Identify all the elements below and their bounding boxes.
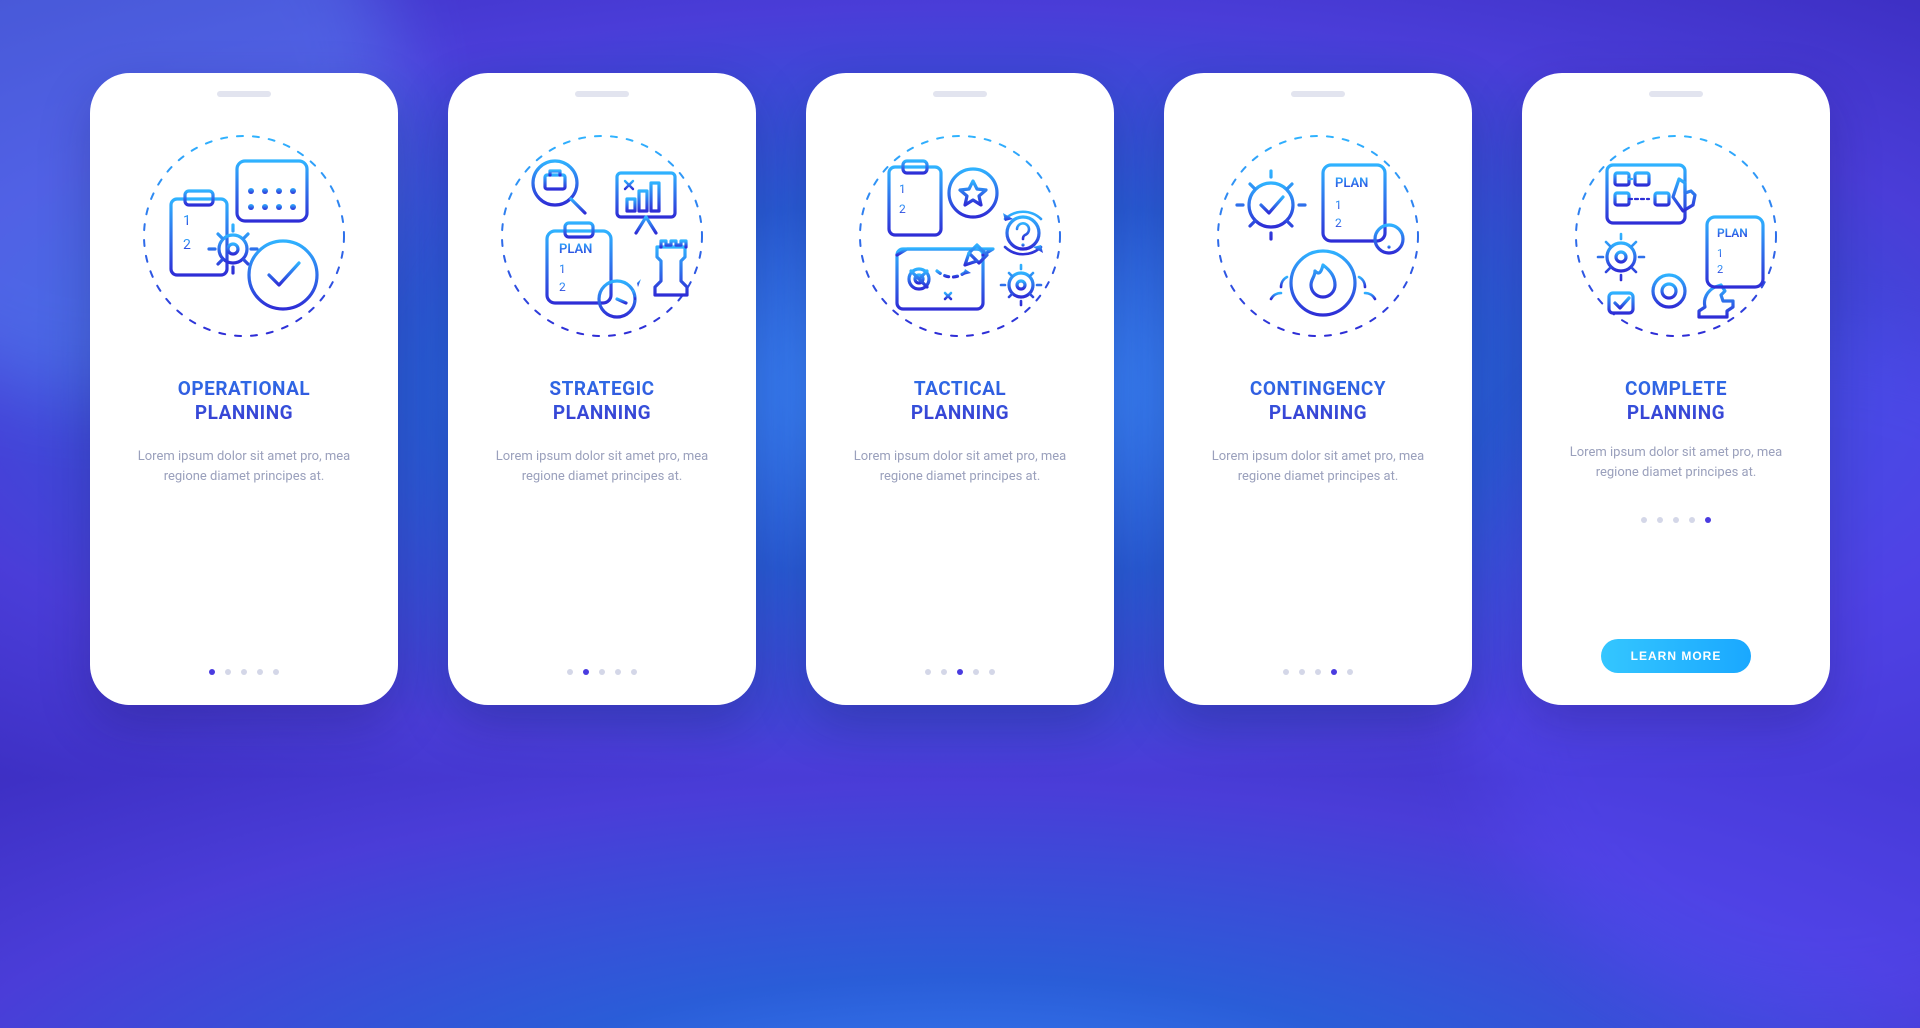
- strategic-planning-icon: PLAN 1 2: [487, 121, 717, 351]
- page-dot[interactable]: [973, 669, 979, 675]
- onboarding-row: 1 2 OPERATIONALPLANNING: [90, 73, 1830, 705]
- page-dot[interactable]: [1331, 669, 1337, 675]
- page-dot[interactable]: [941, 669, 947, 675]
- card-title: COMPLETEPLANNING: [1625, 377, 1727, 425]
- learn-more-button[interactable]: LEARN MORE: [1601, 639, 1752, 673]
- card-description: Lorem ipsum dolor sit amet pro, mea regi…: [487, 447, 717, 487]
- pagination-dots: [1283, 649, 1353, 675]
- tactical-planning-icon: 1 2: [845, 121, 1075, 351]
- operational-planning-icon: 1 2: [129, 121, 359, 351]
- card-title: CONTINGENCYPLANNING: [1250, 377, 1386, 425]
- page-dot[interactable]: [631, 669, 637, 675]
- pagination-dots: [1641, 503, 1711, 523]
- page-dot[interactable]: [1657, 517, 1663, 523]
- page-dot[interactable]: [1689, 517, 1695, 523]
- page-dot[interactable]: [257, 669, 263, 675]
- page-dot[interactable]: [1299, 669, 1305, 675]
- page-dot[interactable]: [989, 669, 995, 675]
- svg-text:PLAN: PLAN: [1717, 226, 1748, 240]
- card-description: Lorem ipsum dolor sit amet pro, mea regi…: [845, 447, 1075, 487]
- onboarding-card-complete: PLAN 1 2 COMPLETEPLANNING Lorem ipsum do…: [1522, 73, 1830, 705]
- onboarding-card-contingency: PLAN 1 2 CONTINGENCYPLANNING Lorem ipsum…: [1164, 73, 1472, 705]
- complete-planning-icon: PLAN 1 2: [1561, 121, 1791, 351]
- onboarding-card-strategic: PLAN 1 2 STRATEGICPLANNING Lorem ipsum d…: [448, 73, 756, 705]
- card-description: Lorem ipsum dolor sit amet pro, mea regi…: [129, 447, 359, 487]
- page-dot[interactable]: [1347, 669, 1353, 675]
- svg-text:2: 2: [1335, 216, 1342, 230]
- svg-text:PLAN: PLAN: [559, 242, 592, 257]
- page-dot[interactable]: [957, 669, 963, 675]
- onboarding-card-tactical: 1 2: [806, 73, 1114, 705]
- page-dot[interactable]: [1705, 517, 1711, 523]
- pagination-dots: [209, 649, 279, 675]
- page-dot[interactable]: [583, 669, 589, 675]
- page-dot[interactable]: [241, 669, 247, 675]
- page-dot[interactable]: [615, 669, 621, 675]
- page-dot[interactable]: [273, 669, 279, 675]
- page-dot[interactable]: [209, 669, 215, 675]
- card-description: Lorem ipsum dolor sit amet pro, mea regi…: [1561, 443, 1791, 483]
- svg-text:1: 1: [1335, 198, 1342, 212]
- onboarding-card-operational: 1 2 OPERATIONALPLANNING: [90, 73, 398, 705]
- svg-text:2: 2: [559, 280, 566, 294]
- svg-text:PLAN: PLAN: [1335, 176, 1368, 191]
- svg-text:2: 2: [183, 237, 191, 253]
- pagination-dots: [925, 649, 995, 675]
- svg-text:2: 2: [899, 202, 906, 216]
- contingency-planning-icon: PLAN 1 2: [1203, 121, 1433, 351]
- svg-text:1: 1: [559, 262, 566, 276]
- pagination-dots: [567, 649, 637, 675]
- svg-text:1: 1: [899, 182, 906, 196]
- page-dot[interactable]: [567, 669, 573, 675]
- page-dot[interactable]: [1641, 517, 1647, 523]
- page-dot[interactable]: [599, 669, 605, 675]
- page-dot[interactable]: [225, 669, 231, 675]
- page-dot[interactable]: [1283, 669, 1289, 675]
- svg-text:1: 1: [183, 213, 191, 229]
- page-dot[interactable]: [1673, 517, 1679, 523]
- card-title: OPERATIONALPLANNING: [178, 377, 310, 425]
- page-dot[interactable]: [1315, 669, 1321, 675]
- svg-text:1: 1: [1717, 247, 1723, 260]
- card-title: STRATEGICPLANNING: [549, 377, 654, 425]
- page-dot[interactable]: [925, 669, 931, 675]
- card-description: Lorem ipsum dolor sit amet pro, mea regi…: [1203, 447, 1433, 487]
- card-title: TACTICALPLANNING: [911, 377, 1009, 425]
- svg-text:2: 2: [1717, 263, 1723, 276]
